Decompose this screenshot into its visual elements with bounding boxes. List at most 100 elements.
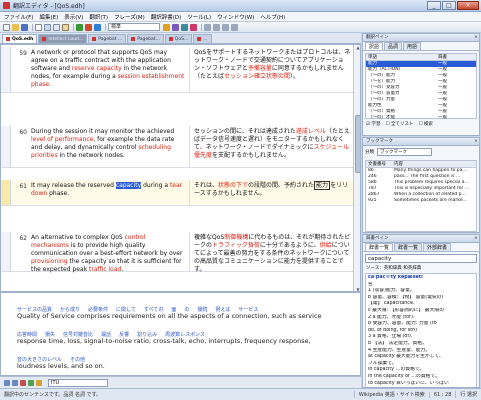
close-icon[interactable]: × — [473, 235, 479, 242]
segment-row[interactable]: 60 During the session it may monitor the… — [1, 126, 353, 168]
term-combo[interactable]: ITU — [48, 378, 108, 387]
source-text[interactable]: It may release the reserved capacity dur… — [31, 180, 189, 205]
menu-view[interactable]: 表示(V) — [64, 13, 83, 21]
segment-number: 61 — [19, 183, 27, 190]
maximize-button[interactable]: □ — [442, 0, 456, 10]
category-select[interactable]: ブックマーク — [377, 148, 432, 156]
tab-document[interactable]: ... — [193, 34, 212, 43]
tab-dict-list2[interactable]: 辞書一覧 — [394, 243, 423, 251]
dictionary-line: ca·pac·i·ty kəpǽsəti — [368, 275, 423, 280]
tab-dict-list[interactable]: 辞書一覧 — [365, 243, 394, 251]
layout-icon[interactable] — [204, 23, 211, 31]
close-icon[interactable]: × — [473, 138, 479, 145]
next-icon[interactable] — [12, 379, 18, 386]
menu-tools[interactable]: ツール(L) — [187, 13, 211, 21]
segment-row-active[interactable]: 61 It may release the reserved capacity … — [1, 180, 353, 206]
tab-document[interactable]: Intellect Loud... — [38, 34, 88, 43]
copy-icon[interactable] — [53, 23, 60, 31]
target-text[interactable]: それは、状態の下での段階の間、予約された 能力 をリリースするかもしれません。 — [189, 180, 353, 205]
menu-edit[interactable]: 編集(E) — [39, 13, 58, 21]
highlighted-term[interactable]: 遂成レベル — [296, 128, 326, 135]
prev-icon[interactable] — [4, 379, 10, 386]
highlighted-term[interactable]: トラフィック負荷 — [212, 242, 260, 249]
tab-document[interactable]: Pagebat... — [127, 34, 164, 43]
segment-row[interactable]: 59 A network or protocol that supports Q… — [1, 47, 353, 93]
tab-document[interactable]: Pagebat ... — [88, 34, 127, 43]
tab-qos[interactable]: QoS.edh — [2, 34, 38, 43]
close-button[interactable]: × — [457, 0, 479, 10]
bookmark-icon[interactable] — [172, 23, 179, 31]
scroll-up-icon[interactable]: ▲ — [355, 45, 360, 51]
stop-icon[interactable] — [85, 23, 92, 31]
menu-file[interactable]: ファイル(F) — [4, 13, 33, 21]
target-text[interactable]: 複雑なQoS制御機構に代わるものは、それが期待されたピークのトラフィック負荷に十… — [189, 232, 353, 273]
document-icon — [131, 37, 136, 41]
translation-editor[interactable]: 59 A network or protocol that supports Q… — [0, 44, 361, 292]
menu-phrase[interactable]: フレーズ(M) — [114, 13, 145, 21]
tab-candidates[interactable]: 訳語 — [365, 42, 384, 50]
candidate-list[interactable]: 単語 辞書 能力 一般 能力（ACTION） 一般 （～の）能力 一般 （～を）能力 一般 （～… — [365, 53, 477, 120]
layout4-icon[interactable] — [231, 23, 238, 31]
search-icon[interactable] — [181, 23, 188, 31]
dictionary-search-input[interactable]: capacity — [365, 254, 477, 263]
highlighted-term[interactable]: 能力 — [314, 181, 331, 190]
open-folder-icon[interactable] — [12, 23, 19, 31]
checkbox-search[interactable]: ☐ 検索 — [418, 121, 432, 127]
menu-translate[interactable]: 翻訳(T) — [89, 13, 108, 21]
list-header: 文書番号 内容 — [366, 161, 476, 168]
checkbox-all[interactable]: ☐ 全てリスト — [385, 121, 413, 127]
menu-help[interactable]: ヘルプ(H) — [260, 13, 285, 21]
highlighted-term[interactable]: セッション確立状態の間 — [224, 73, 290, 80]
checkbox-learn[interactable]: ☑ 学習 — [366, 121, 380, 127]
tab-external[interactable]: 外部辞書 — [423, 243, 452, 251]
add-icon[interactable] — [28, 379, 34, 386]
layout2-icon[interactable] — [213, 23, 220, 31]
style-combo[interactable]: 標準 — [108, 23, 160, 31]
highlighted-term[interactable]: level of performance — [31, 136, 93, 143]
dictionary-icon[interactable] — [163, 23, 170, 31]
target-text[interactable]: QoSをサポートするネットワークまたはプロトコルは、ネットワーク・ノードで交通契… — [189, 47, 353, 92]
highlighted-term[interactable]: 制御機構 — [224, 234, 248, 241]
save-icon[interactable] — [21, 23, 28, 31]
settings-icon[interactable] — [190, 23, 197, 31]
alignment-pane[interactable]: サービスの品質 から成り 必要条件 に関して すべての面の接続 例えば サービス Quali… — [0, 292, 361, 376]
new-file-icon[interactable] — [3, 23, 10, 31]
edit-icon[interactable] — [36, 379, 42, 386]
highlighted-term[interactable]: reserve capacity — [72, 65, 122, 72]
menu-dictionary[interactable]: 翻訳辞書(D) — [151, 13, 182, 21]
dictionary-line: at capacity 最大能力を生かして、 — [368, 354, 444, 360]
cut-icon[interactable] — [44, 23, 51, 31]
document-icon — [197, 37, 202, 41]
menu-window[interactable]: ウィンドウ(W) — [217, 13, 254, 21]
tab-terms[interactable]: 用語 — [403, 42, 422, 50]
source-text[interactable]: During the session it may monitor the ac… — [31, 126, 189, 167]
segment-row[interactable]: 62 An alternative to complex QoS control… — [1, 232, 353, 273]
editor-scrollbar[interactable]: ▲ ▼ — [353, 45, 360, 291]
highlighted-term[interactable]: 供給 — [320, 242, 332, 249]
highlighted-term[interactable]: provisioning — [31, 258, 68, 265]
source-text[interactable]: An alternative to complex QoS control me… — [31, 232, 189, 273]
highlighted-term[interactable]: 予備容量 — [248, 65, 272, 72]
tab-document[interactable]: QoS... — [164, 34, 193, 43]
dictionary-entry[interactable]: ca·pac·i·ty kəpǽsəti 名 1 (収容)能力、容量。 b 容量、容積… — [365, 273, 477, 387]
print-icon[interactable] — [35, 23, 42, 31]
highlighted-term[interactable]: 状態の下で — [218, 182, 248, 189]
close-icon[interactable]: × — [473, 34, 479, 41]
layout3-icon[interactable] — [222, 23, 229, 31]
translate-icon[interactable] — [76, 23, 83, 31]
translation-pane: 翻訳ペイン × 訳語 品詞 用語 単語 辞書 能力 一般 能力（ACTION） 一般（… — [362, 33, 480, 136]
delete-icon[interactable] — [20, 379, 26, 386]
title-bar: 翻訳エディタ - [QoS.edh] _ □ × — [0, 0, 481, 12]
translate-all-icon[interactable] — [94, 23, 101, 31]
scroll-thumb[interactable] — [355, 115, 360, 173]
minimize-button[interactable]: _ — [427, 0, 441, 10]
target-text[interactable]: セッションの間に、それは達成された遂成レベル（たとえばデータ信号速度と遅れ）をモ… — [189, 126, 353, 167]
list-item[interactable]: 925 Sometimes packets are marke... — [366, 198, 476, 204]
bookmark-list[interactable]: 文書番号 内容 86 Many things can happen to pa..… — [365, 160, 477, 232]
source-text[interactable]: A network or protocol that supports QoS … — [31, 47, 189, 92]
highlighted-term[interactable]: traffic load — [89, 266, 121, 273]
paste-icon[interactable] — [62, 23, 69, 31]
tab-pos[interactable]: 品詞 — [384, 42, 403, 50]
highlighted-term[interactable]: capacity — [115, 182, 142, 189]
dictionary-pane: 辞書ペイン × 辞書一覧 辞書一覧 外部辞書 capacity ソース：英和辞典… — [362, 234, 480, 388]
